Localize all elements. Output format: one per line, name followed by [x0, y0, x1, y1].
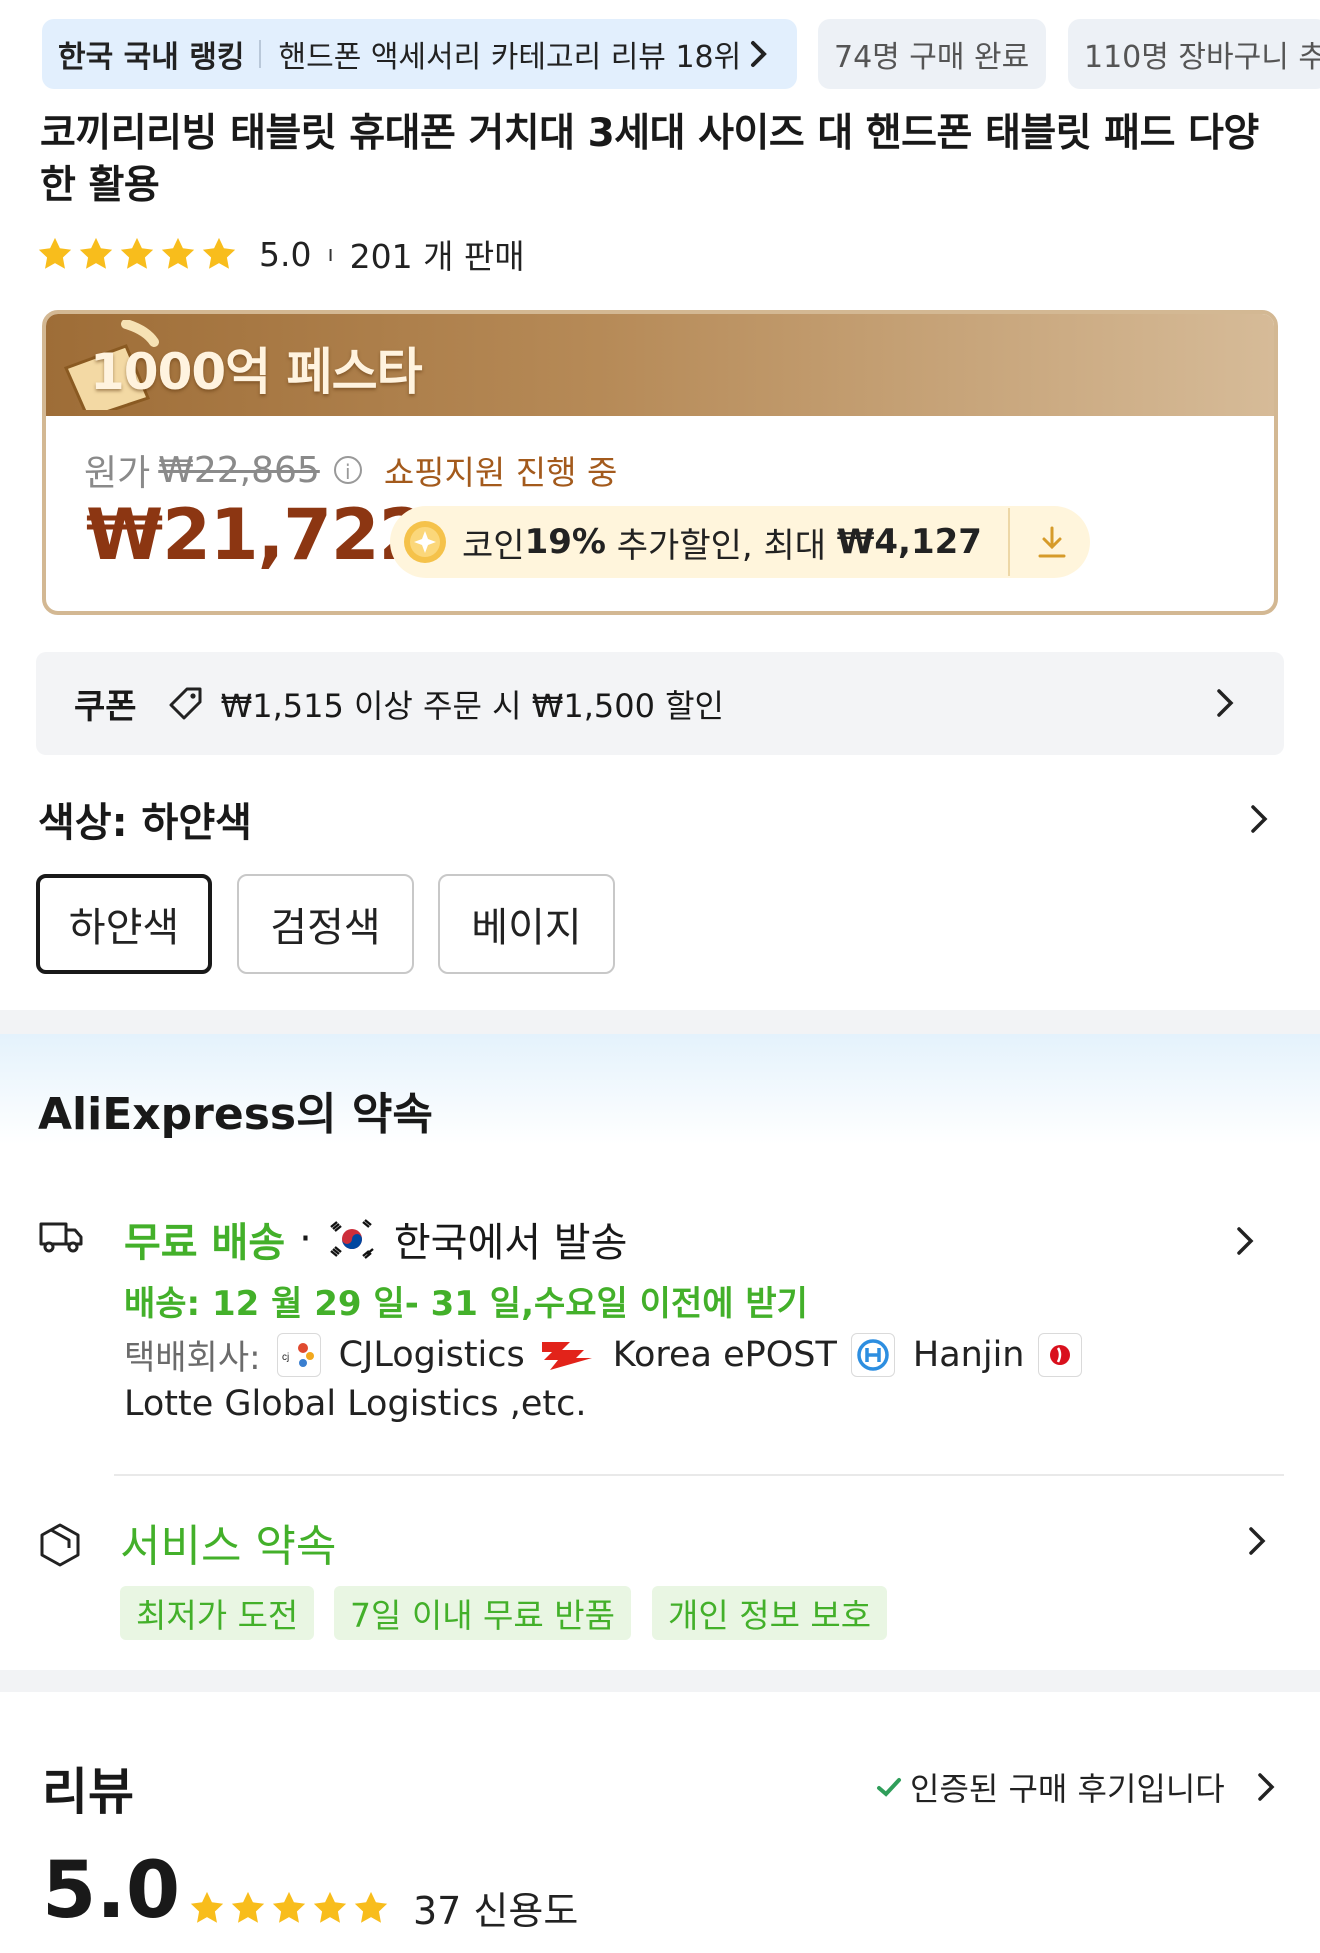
purchased-count: 74명 구매 완료 — [834, 40, 1030, 75]
star-icon — [272, 1891, 306, 1923]
chevron-right-icon — [1258, 1773, 1275, 1801]
box-icon — [40, 1523, 80, 1567]
star-icon — [161, 237, 195, 269]
chevron-right-icon[interactable] — [1250, 804, 1268, 834]
star-icon — [38, 237, 72, 269]
original-price-label: 원가 — [84, 453, 151, 494]
checkmark-icon — [877, 1778, 901, 1797]
coin-text-middle: 추가할인, 최대 — [605, 525, 837, 566]
coupon-bar[interactable]: 쿠폰 ₩1,515 이상 주문 시 ₩1,500 할인 — [36, 652, 1284, 755]
service-promise-title[interactable]: 서비스 약속 — [120, 1510, 336, 1574]
verified-text: 인증된 구매 후기입니다 — [910, 1770, 1225, 1808]
tag-icon — [169, 687, 202, 719]
star-icon — [354, 1891, 388, 1923]
price-box: 1000억 페스타 원가 ₩22,865 i 쇼핑지원 진행 중 ₩21,722… — [42, 310, 1278, 615]
coupon-title: 쿠폰 — [74, 687, 137, 727]
current-price: ₩21,722 — [86, 494, 427, 576]
svg-text:cj: cj — [282, 1352, 289, 1363]
product-title: 코끼리리빙 태블릿 휴대폰 거치대 3세대 사이즈 대 핸드폰 태블릿 패드 다… — [40, 111, 1259, 208]
courier-name: CJLogistics — [338, 1334, 525, 1375]
download-icon[interactable] — [1036, 525, 1068, 559]
chevron-right-icon[interactable] — [1236, 1226, 1254, 1256]
ranking-separator — [258, 40, 261, 68]
cart-count: 110명 장바구니 추 — [1084, 40, 1320, 75]
free-shipping-label: 무료 배송 — [124, 1220, 286, 1266]
section-divider — [0, 1010, 1320, 1034]
courier-label: 택배회사: — [124, 1338, 261, 1378]
divider — [114, 1474, 1284, 1476]
lotte-logo-icon — [1038, 1332, 1083, 1377]
promise-title: AliExpress의 약속 — [38, 1089, 433, 1140]
review-title: 리뷰 — [42, 1763, 134, 1821]
ranking-detail: 핸드폰 액세서리 카테고리 리뷰 18위 — [278, 40, 742, 75]
rating-separator: ı — [327, 241, 334, 267]
delivery-date: 배송: 12 월 29 일- 31 일,수요일 이전에 받기 — [124, 1284, 808, 1324]
star-icon — [313, 1891, 347, 1923]
rating-row[interactable]: 5.0 ı 201 개 판매 — [36, 226, 525, 282]
section-divider — [0, 1670, 1320, 1692]
ranking-label: 한국 국내 랭킹 — [58, 40, 245, 75]
courier-extra: Lotte Global Logistics ,etc. — [124, 1384, 587, 1424]
star-icon — [202, 237, 236, 269]
ranking-chip[interactable]: 한국 국내 랭킹 핸드폰 액세서리 카테고리 리뷰 18위 — [42, 19, 797, 89]
review-score: 5.0 — [42, 1846, 181, 1936]
chevron-right-icon[interactable] — [1248, 1526, 1266, 1556]
hanjin-logo-icon — [850, 1332, 895, 1377]
coin-divider — [1007, 508, 1010, 576]
ship-from-text: 한국에서 발송 — [393, 1220, 628, 1266]
korea-post-logo-icon — [538, 1332, 595, 1377]
color-option-beige[interactable]: 베이지 — [438, 874, 615, 974]
purchased-count-chip: 74명 구매 완료 — [818, 19, 1046, 89]
review-count: 37 신용도 — [413, 1889, 579, 1933]
courier-row: 택배회사: cj CJLogistics Korea ePOST Hanjin — [124, 1330, 1100, 1379]
chevron-right-icon — [751, 41, 768, 67]
coin-max-amount: ₩4,127 — [836, 522, 982, 562]
review-stars-row: 37 신용도 — [188, 1880, 578, 1935]
info-icon[interactable]: i — [333, 456, 362, 484]
service-tag-free-return: 7일 이내 무료 반품 — [334, 1586, 631, 1640]
coupon-text: ₩1,515 이상 주문 시 ₩1,500 할인 — [220, 686, 725, 725]
color-option-black[interactable]: 검정색 — [237, 874, 414, 974]
coin-icon — [404, 521, 446, 563]
shipping-row[interactable]: 무료 배송 · 한국에서 발송 — [124, 1210, 627, 1268]
coin-discount-pill[interactable]: 코인 19% 추가할인, 최대 ₩4,127 — [390, 506, 1090, 578]
star-icon — [120, 237, 154, 269]
color-title: 색상: 하얀색 — [38, 800, 252, 846]
star-icon — [79, 237, 113, 269]
courier-name: Korea ePOST — [612, 1334, 837, 1375]
coin-percent: 19% — [524, 522, 606, 562]
coin-text-prefix: 코인 — [462, 525, 525, 566]
truck-icon — [39, 1222, 83, 1253]
verified-review-link[interactable]: 인증된 구매 후기입니다 — [876, 1764, 1275, 1810]
cj-logistics-logo-icon: cj — [276, 1332, 321, 1377]
shipping-dot: · — [299, 1216, 312, 1262]
courier-name: Hanjin — [912, 1334, 1025, 1375]
star-icon — [190, 1891, 224, 1923]
original-price: ₩22,865 — [158, 449, 320, 491]
rating-value: 5.0 — [259, 234, 312, 274]
color-option-white[interactable]: 하얀색 — [36, 874, 212, 974]
original-price-row: 원가 ₩22,865 i 쇼핑지원 진행 중 — [84, 444, 617, 496]
sold-count: 201 개 판매 — [349, 237, 525, 276]
korea-flag-icon — [330, 1219, 374, 1259]
service-tag-privacy: 개인 정보 보호 — [652, 1586, 888, 1640]
cart-count-chip: 110명 장바구니 추 — [1068, 19, 1320, 89]
chevron-right-icon — [1217, 689, 1234, 717]
service-tag-lowest-price: 최저가 도전 — [120, 1586, 315, 1640]
star-icon — [231, 1891, 265, 1923]
festival-title: 1000억 페스타 — [90, 343, 423, 401]
shopping-support-text: 쇼핑지원 진행 중 — [383, 453, 618, 492]
festival-banner: 1000억 페스타 — [46, 314, 1274, 416]
